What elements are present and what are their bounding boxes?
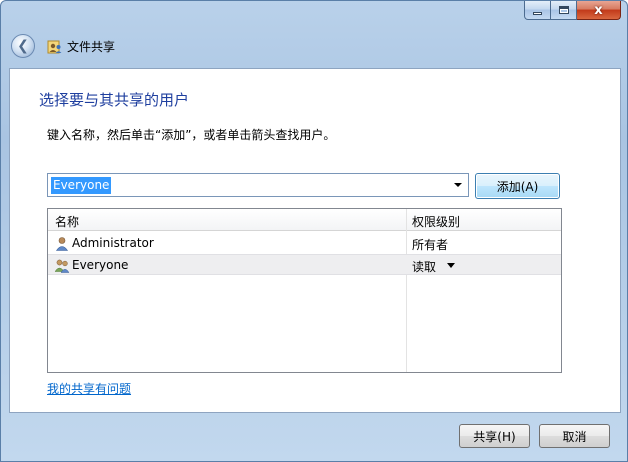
combobox-dropdown-button[interactable] xyxy=(450,176,466,194)
cancel-button[interactable]: 取消 xyxy=(539,424,610,448)
row-user-name: Administrator xyxy=(72,236,154,250)
permission-dropdown[interactable]: 读取 xyxy=(412,258,436,275)
back-arrow-icon: ❮ xyxy=(17,37,29,54)
user-name-input[interactable]: Everyone xyxy=(51,177,112,194)
caption-buttons: x xyxy=(524,1,621,21)
maximize-button[interactable] xyxy=(551,1,577,20)
close-icon: x xyxy=(594,2,603,18)
row-permission-level: 所有者 xyxy=(412,238,449,252)
column-header-permission[interactable]: 权限级别 xyxy=(412,213,460,230)
window-title: 文件共享 xyxy=(67,40,116,54)
user-name-combobox[interactable]: Everyone xyxy=(47,173,469,197)
file-sharing-icon xyxy=(47,40,62,54)
minimize-icon xyxy=(533,11,542,15)
page-heading: 选择要与其共享的用户 xyxy=(39,91,190,109)
user-icon xyxy=(55,237,69,251)
chevron-down-icon xyxy=(454,183,462,187)
list-header: 名称 权限级别 xyxy=(48,209,561,231)
row-user-name: Everyone xyxy=(72,258,129,272)
column-header-name[interactable]: 名称 xyxy=(55,213,79,230)
maximize-icon xyxy=(558,6,569,14)
permission-dropdown-arrow-icon[interactable] xyxy=(447,263,455,268)
instruction-text: 键入名称，然后单击“添加”，或者单击箭头查找用户。 xyxy=(47,128,336,142)
minimize-button[interactable] xyxy=(524,1,551,20)
file-sharing-window: x ❮ 文件共享 选择要与其共享的用户 键入名称，然后单击“添加”，或者单击箭头… xyxy=(0,0,628,462)
close-button[interactable]: x xyxy=(577,1,621,20)
list-row-everyone[interactable]: Everyone 读取 xyxy=(48,254,561,275)
share-button[interactable]: 共享(H) xyxy=(459,424,530,448)
add-button[interactable]: 添加(A) xyxy=(475,173,560,199)
share-user-list: 名称 权限级别 Administrator 所有者 Everyone 读取 xyxy=(47,208,562,373)
back-button[interactable]: ❮ xyxy=(11,34,35,58)
sharing-help-link[interactable]: 我的共享有问题 xyxy=(47,380,131,397)
group-icon xyxy=(54,259,70,273)
list-row-administrator[interactable]: Administrator 所有者 xyxy=(48,233,561,254)
